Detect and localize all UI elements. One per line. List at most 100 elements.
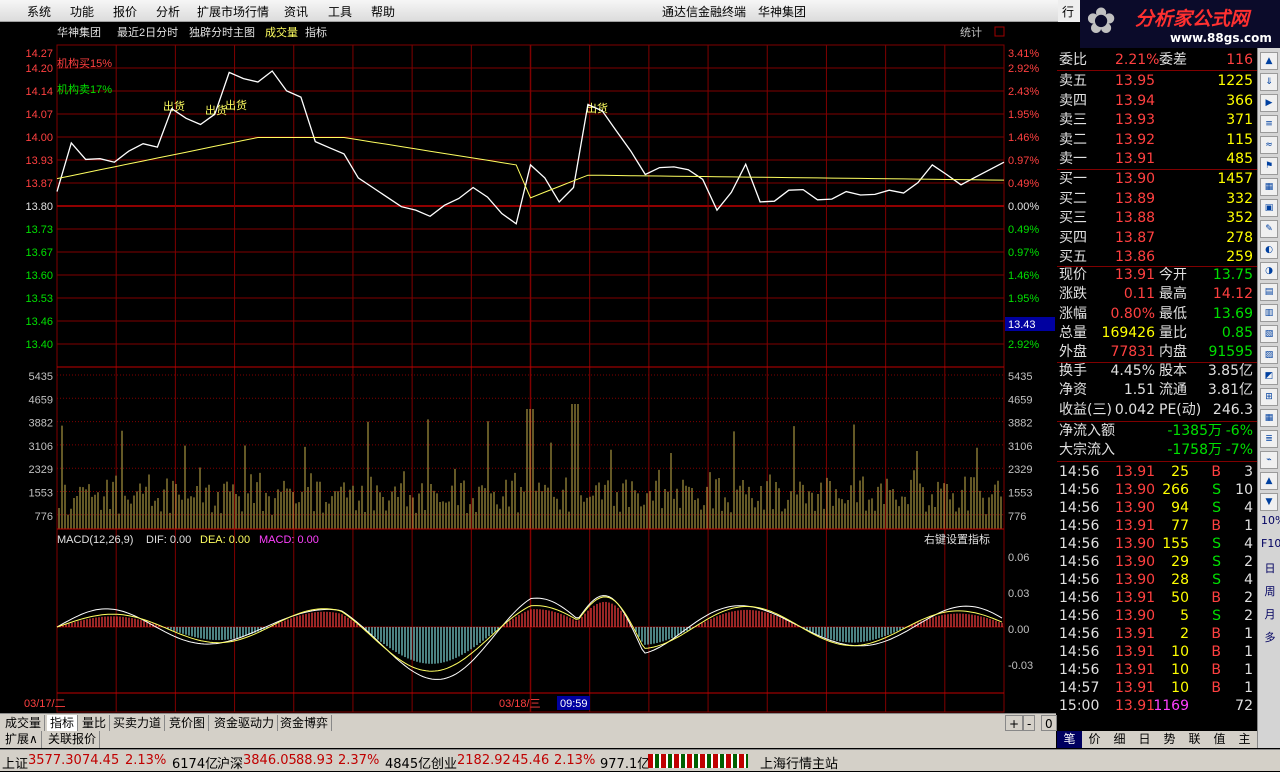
price-axis-label: 13.53 — [25, 293, 53, 305]
tick-volume: 1169 — [1153, 698, 1189, 714]
tick-side: B — [1211, 518, 1221, 534]
menu-quote[interactable]: 报价 — [113, 3, 137, 20]
flow-value: -1758万 — [1167, 442, 1222, 459]
inst-sell-label: 机构卖17% — [57, 82, 112, 96]
zoom-button[interactable]: - — [1023, 715, 1036, 731]
intraday-chart-svg[interactable]: 华神集团 最近2日分时 独辟分时主图 成交量 指标 统计 14.27 3.41% 14.20 2.… — [0, 23, 1056, 713]
buy-level-row[interactable]: 买五 13.86 259 — [1057, 248, 1257, 267]
menu-analysis[interactable]: 分析 — [156, 3, 180, 20]
pct-axis-label: 0.00% — [1008, 201, 1039, 213]
extra-tab[interactable]: 扩展∧ — [2, 731, 42, 748]
sz-value: 3846.05 — [243, 753, 297, 768]
pct-axis-label: 1.95% — [1008, 293, 1039, 305]
tool-icon[interactable]: ⇓ — [1260, 73, 1278, 91]
tool-shortcut[interactable]: F10 — [1261, 537, 1280, 550]
tool-icon[interactable]: ⚑ — [1260, 157, 1278, 175]
sell-level-price: 13.91 — [1115, 151, 1156, 167]
buy-level-row[interactable]: 买三 13.88 352 — [1057, 209, 1257, 228]
extra-tab[interactable]: 关联报价 — [45, 731, 101, 748]
tool-icon[interactable]: ▧ — [1260, 325, 1278, 343]
cursor-time: 09:59 — [560, 698, 588, 710]
indicator-tab[interactable]: 资金博弈 — [277, 715, 333, 731]
tool-icon[interactable]: ▼ — [1260, 493, 1278, 511]
menu-ext-market[interactable]: 扩展市场行情 — [197, 3, 269, 20]
macd-name: MACD(12,26,9) — [57, 534, 133, 546]
buy-level-row[interactable]: 买一 13.90 1457 — [1057, 170, 1257, 189]
tool-icon[interactable]: ≡ — [1260, 115, 1278, 133]
tool-icon[interactable]: ≣ — [1260, 430, 1278, 448]
zoom-button[interactable]: 0 — [1041, 715, 1057, 731]
menu-function[interactable]: 功能 — [70, 3, 94, 20]
flower-icon: ✿ — [1086, 1, 1117, 42]
sell-level-row[interactable]: 卖三 13.93 371 — [1057, 111, 1257, 130]
quote-tab[interactable]: 笔 — [1057, 731, 1082, 748]
indicator-tab[interactable]: 竞价图 — [166, 715, 210, 731]
tick-volume: 50 — [1171, 590, 1189, 606]
quote-tab[interactable]: 势 — [1157, 731, 1182, 748]
sell-level-row[interactable]: 卖四 13.94 366 — [1057, 92, 1257, 111]
quote-tab[interactable]: 联 — [1182, 731, 1207, 748]
fund-value: 4.45% — [1110, 363, 1155, 379]
tick-time: 14:56 — [1059, 518, 1100, 534]
flow-value: -1385万 — [1167, 423, 1222, 439]
tool-icon[interactable]: ▲ — [1260, 52, 1278, 70]
tool-icon[interactable]: ▲ — [1260, 472, 1278, 490]
tool-icon[interactable]: ⊞ — [1260, 388, 1278, 406]
quote-tab[interactable]: 值 — [1207, 731, 1232, 748]
tool-shortcut[interactable]: 月 — [1261, 606, 1279, 622]
tool-icon[interactable]: ▶ — [1260, 94, 1278, 112]
tool-icon[interactable]: ▤ — [1260, 283, 1278, 301]
menu-system[interactable]: 系统 — [27, 3, 51, 20]
tool-icon[interactable]: ◑ — [1260, 262, 1278, 280]
cy-label: 创业 — [431, 757, 458, 772]
fund-value: 0.042 — [1114, 401, 1155, 418]
tool-icon[interactable]: ▣ — [1260, 199, 1278, 217]
tool-shortcut[interactable]: 周 — [1261, 583, 1279, 599]
tool-icon[interactable]: ◐ — [1260, 241, 1278, 259]
menu-help[interactable]: 帮助 — [371, 3, 395, 20]
tool-icon[interactable]: ◩ — [1260, 367, 1278, 385]
indicator-tab[interactable]: 买卖力道 — [110, 715, 166, 731]
sell-level-row[interactable]: 卖二 13.92 115 — [1057, 131, 1257, 150]
sz-change: 88.93 — [296, 753, 334, 768]
quote-tab[interactable]: 细 — [1107, 731, 1132, 748]
sell-level-row[interactable]: 卖五 13.95 1225 — [1057, 72, 1257, 91]
quote-tab[interactable]: 价 — [1082, 731, 1107, 748]
zoom-button[interactable]: + — [1005, 715, 1024, 731]
tick-count: 4 — [1244, 572, 1253, 588]
indicator-tab[interactable]: 指标 — [47, 715, 79, 731]
tool-icon[interactable]: ⌁ — [1260, 451, 1278, 469]
inst-buy-label: 机构买15% — [57, 56, 112, 70]
buy-level-row[interactable]: 买四 13.87 278 — [1057, 229, 1257, 248]
sell-level-volume: 485 — [1226, 151, 1253, 167]
chart-area[interactable]: 华神集团 最近2日分时 独辟分时主图 成交量 指标 统计 14.27 3.41% 14.20 2.… — [0, 23, 1056, 713]
quote-tab[interactable]: 日 — [1132, 731, 1157, 748]
volume-axis-label-right: 4659 — [1008, 394, 1032, 406]
tool-icon[interactable]: ▥ — [1260, 304, 1278, 322]
tick-side: S — [1212, 572, 1221, 588]
tool-shortcut[interactable]: 多 — [1261, 629, 1279, 645]
trade-button[interactable]: 行 — [1058, 0, 1082, 22]
tick-volume: 10 — [1171, 680, 1189, 696]
menu-news[interactable]: 资讯 — [284, 3, 308, 20]
buy-level-row[interactable]: 买二 13.89 332 — [1057, 190, 1257, 209]
tool-icon[interactable]: ▦ — [1260, 178, 1278, 196]
quote-tab[interactable]: 主 — [1232, 731, 1257, 748]
ratio-value: 2.21% — [1115, 52, 1160, 68]
sell-level-row[interactable]: 卖一 13.91 485 — [1057, 150, 1257, 169]
pct-axis-label: 0.97% — [1008, 247, 1039, 259]
menu-tools[interactable]: 工具 — [328, 3, 352, 20]
tool-icon[interactable]: ≈ — [1260, 136, 1278, 154]
price-axis-label: 13.93 — [25, 155, 53, 167]
indicator-tab[interactable]: 成交量 — [2, 715, 46, 731]
tool-shortcut[interactable]: 日 — [1261, 560, 1279, 576]
tool-icon[interactable]: ✎ — [1260, 220, 1278, 238]
tool-shortcut[interactable]: 10% — [1261, 514, 1280, 527]
indicator-tab[interactable]: 量比 — [79, 715, 111, 731]
fund-label: 净资 — [1059, 382, 1087, 399]
tool-icon[interactable]: ▦ — [1260, 409, 1278, 427]
tool-icon[interactable]: ▨ — [1260, 346, 1278, 364]
fund-value2: 3.81亿 — [1207, 382, 1253, 399]
macd-axis-label: -0.03 — [1008, 660, 1033, 672]
indicator-tab[interactable]: 资金驱动力 — [211, 715, 279, 731]
